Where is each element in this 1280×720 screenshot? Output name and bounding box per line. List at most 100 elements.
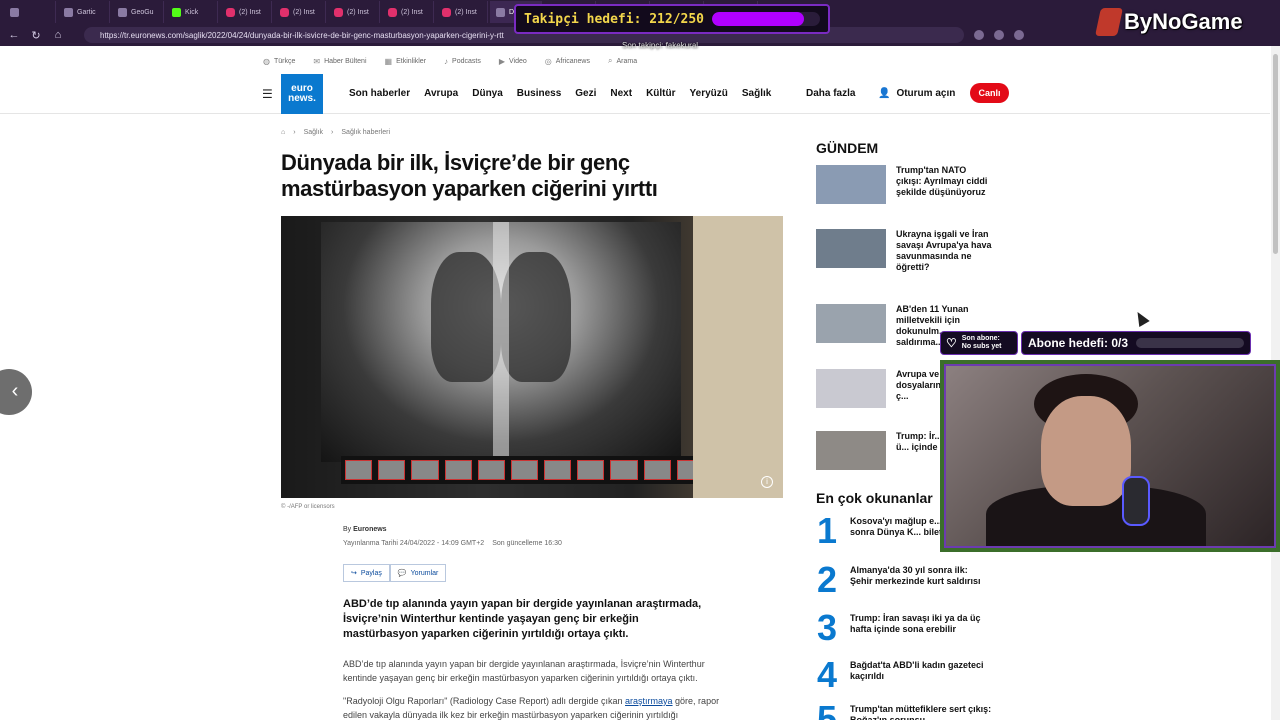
share-icon: ↪ bbox=[351, 570, 357, 577]
nav-link[interactable]: Kültür bbox=[646, 88, 675, 99]
tab-favicon-icon bbox=[10, 7, 19, 17]
streamer-face bbox=[1041, 396, 1131, 506]
mouse-cursor bbox=[1132, 308, 1150, 328]
extension-icon[interactable] bbox=[994, 30, 1004, 40]
last-sub-label: Son abone: bbox=[961, 335, 1000, 342]
rank-number: 5 bbox=[816, 698, 838, 720]
most-read-item[interactable]: 3 Trump: İran savaşı iki ya da üç hafta i… bbox=[816, 610, 992, 646]
byline: By Euronews bbox=[343, 526, 387, 533]
tab-favicon-icon bbox=[388, 7, 397, 17]
breadcrumb-sep: › bbox=[331, 129, 334, 136]
utility-link[interactable]: ▶ Video bbox=[499, 57, 527, 66]
browser-tab[interactable]: GeoGu bbox=[112, 1, 164, 23]
africa-icon: ◎ bbox=[544, 56, 552, 66]
utility-link[interactable]: ◍ Türkçe bbox=[263, 57, 295, 66]
browser-tab[interactable]: (2) Inst bbox=[382, 1, 434, 23]
login-button[interactable]: 👤 Oturum açın bbox=[878, 88, 955, 99]
bynogame-icon bbox=[1095, 8, 1123, 36]
browser-tab[interactable]: (2) Inst bbox=[436, 1, 488, 23]
bynogame-logo: ByNoGame bbox=[1095, 4, 1243, 40]
article-title: Dünyada bir ilk, İsviçre’de bir genç mas… bbox=[281, 150, 658, 201]
gundem-thumbnail bbox=[816, 229, 886, 268]
utility-link[interactable]: ♪ Podcasts bbox=[444, 57, 481, 66]
updated-date: Son güncelleme 16:30 bbox=[492, 540, 562, 547]
author-name[interactable]: Euronews bbox=[353, 526, 386, 533]
article-paragraph: "Radyoloji Olgu Raporları" (Radiology Ca… bbox=[343, 694, 723, 720]
live-button[interactable]: Canlı bbox=[970, 83, 1009, 103]
nav-link[interactable]: Sağlık bbox=[742, 88, 771, 99]
most-read-title: En çok okunanlar bbox=[816, 490, 933, 506]
tab-favicon-icon bbox=[226, 7, 235, 17]
home-icon[interactable]: ⌂ bbox=[281, 129, 285, 136]
browser-tab[interactable]: Kick bbox=[166, 1, 218, 23]
breadcrumb-item[interactable]: Sağlık haberleri bbox=[341, 129, 390, 136]
site-utility-bar: ◍ Türkçe ✉ Haber Bülteni ▦ Etkinlikler ♪ Podcas… bbox=[0, 50, 1270, 72]
info-icon[interactable]: i bbox=[761, 476, 773, 488]
most-read-item[interactable]: 2 Almanya'da 30 yıl sonra ilk: Şehir merk… bbox=[816, 562, 992, 598]
nav-link[interactable]: Gezi bbox=[575, 88, 596, 99]
nav-link[interactable]: Dünya bbox=[472, 88, 503, 99]
nav-link[interactable]: Avrupa bbox=[424, 88, 458, 99]
globe-icon: ◍ bbox=[263, 56, 270, 66]
extension-icon[interactable] bbox=[974, 30, 984, 40]
webcam-overlay bbox=[940, 360, 1280, 552]
gundem-item[interactable]: Ukrayna işgali ve İran savaşı Avrupa'ya … bbox=[816, 229, 992, 273]
most-read-item[interactable]: 5 Trump'tan müttefiklere sert çıkış: Boğa… bbox=[816, 698, 992, 720]
gundem-thumbnail bbox=[816, 165, 886, 204]
utility-link[interactable]: ✉ Haber Bülteni bbox=[313, 57, 366, 66]
nav-link[interactable]: Yeryüzü bbox=[690, 88, 728, 99]
menu-icon[interactable]: ☰ bbox=[262, 87, 273, 101]
utility-link-label: Arama bbox=[616, 57, 638, 65]
carousel-prev-button[interactable]: ‹ bbox=[0, 369, 32, 415]
tab-label: (2) Inst bbox=[293, 8, 315, 16]
gundem-item[interactable]: Trump'tan NATO çıkışı: Ayrılmayı ciddi ş… bbox=[816, 165, 992, 204]
nav-link[interactable]: Son haberler bbox=[349, 88, 410, 99]
comment-icon: 💬 bbox=[397, 570, 407, 577]
euronews-logo[interactable]: euro news. bbox=[281, 74, 323, 114]
sub-goal-bar bbox=[1136, 338, 1244, 348]
utility-link[interactable]: ◎ Africanews bbox=[545, 57, 590, 66]
reload-icon[interactable]: ↻ bbox=[30, 29, 42, 42]
last-sub-value: No subs yet bbox=[961, 343, 1002, 350]
film-strip bbox=[341, 456, 741, 484]
browser-tab[interactable]: Gartic bbox=[58, 1, 110, 23]
user-icon: 👤 bbox=[878, 88, 891, 99]
bynogame-text: ByNoGame bbox=[1124, 9, 1243, 34]
nav-link[interactable]: Next bbox=[610, 88, 632, 99]
browser-tab[interactable]: (2) Inst bbox=[220, 1, 272, 23]
byline-prefix: By bbox=[343, 526, 354, 533]
tab-favicon-icon bbox=[172, 7, 181, 17]
tab-favicon-icon bbox=[280, 7, 289, 17]
nav-link[interactable]: Business bbox=[517, 88, 561, 99]
home-icon[interactable]: ⌂ bbox=[52, 29, 64, 41]
share-button[interactable]: ↪ Paylaş bbox=[343, 564, 390, 582]
browser-tab[interactable]: (2) Inst bbox=[328, 1, 380, 23]
lung-shape bbox=[431, 252, 501, 382]
comments-button[interactable]: 💬 Yorumlar bbox=[389, 564, 447, 582]
most-read-headline: Trump: İran savaşı iki ya da üç hafta iç… bbox=[850, 613, 981, 634]
last-follower-text: Son takipçi: fakekural bbox=[622, 41, 699, 50]
back-icon[interactable]: ← bbox=[8, 29, 20, 41]
gundem-headline: Ukrayna işgali ve İran savaşı Avrupa'ya … bbox=[896, 229, 992, 272]
extension-icon[interactable] bbox=[1014, 30, 1024, 40]
scrollbar-thumb[interactable] bbox=[1273, 54, 1278, 254]
gundem-thumbnail bbox=[816, 431, 886, 470]
browser-tab[interactable]: (2) Inst bbox=[274, 1, 326, 23]
utility-link[interactable]: ▦ Etkinlikler bbox=[385, 57, 427, 66]
utility-link[interactable]: ⌕ Arama bbox=[608, 56, 637, 66]
webcam-frame bbox=[944, 364, 1276, 548]
rank-number: 4 bbox=[816, 654, 838, 695]
utility-link-label: Podcasts bbox=[452, 57, 481, 65]
sub-goal-text: Abone hedefi: 0/3 bbox=[1028, 336, 1129, 350]
most-read-item[interactable]: 4 Bağdat'ta ABD'li kadın gazeteci kaçırıl… bbox=[816, 654, 992, 695]
breadcrumb-item[interactable]: Sağlık bbox=[304, 129, 323, 136]
comments-label: Yorumlar bbox=[410, 569, 439, 577]
more-menu[interactable]: Daha fazla bbox=[806, 88, 855, 99]
article-link[interactable]: araştırmaya bbox=[625, 696, 673, 706]
main-navigation: ☰ euro news. Son haberler Avrupa Dünya Busi… bbox=[0, 74, 1270, 114]
tab-label: Kick bbox=[185, 8, 199, 16]
nav-links: Son haberler Avrupa Dünya Business Gezi Next K… bbox=[349, 88, 771, 99]
tab-label: (2) Inst bbox=[401, 8, 423, 16]
publish-info: Yayınlanma Tarihi 24/04/2022 - 14:09 GMT… bbox=[343, 540, 562, 547]
browser-tab[interactable] bbox=[4, 1, 56, 23]
